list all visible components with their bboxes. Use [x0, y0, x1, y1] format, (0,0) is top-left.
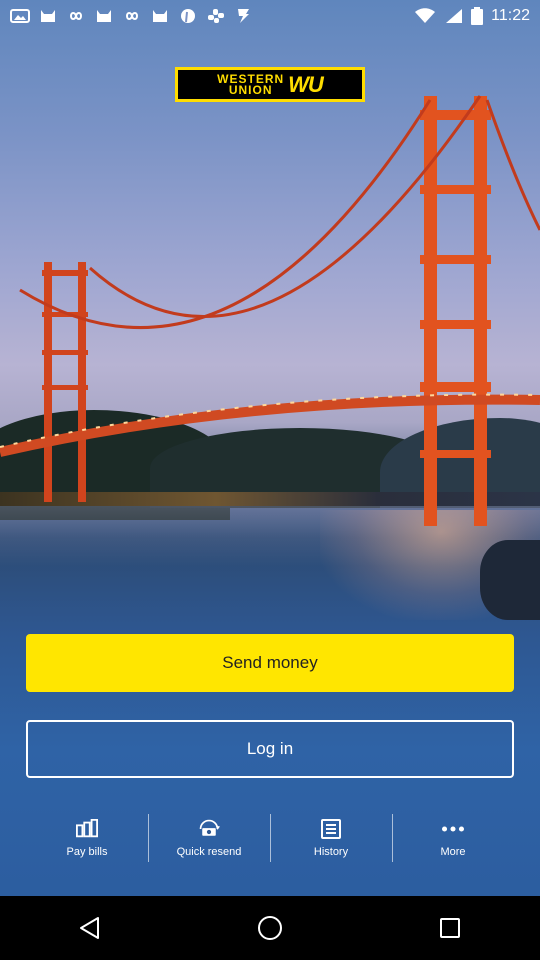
signal-icon — [446, 9, 463, 23]
quick-actions-bar: Pay bills Quick resend History More — [26, 812, 514, 864]
nav-label: Pay bills — [66, 845, 108, 858]
nav-label: More — [440, 845, 466, 858]
infinity-icon — [69, 12, 83, 20]
cat-icon — [41, 10, 55, 22]
infinity-icon — [125, 12, 139, 20]
western-union-logo: WESTERN UNION WU — [175, 67, 365, 102]
system-navigation-bar — [0, 896, 540, 960]
welcome-screen: 11:22 WESTERN UNION WU Send money Log in… — [0, 0, 540, 960]
flash-icon — [238, 9, 249, 23]
cat-icon — [97, 10, 111, 22]
money-resend-icon — [198, 819, 220, 839]
status-bar: 11:22 — [0, 0, 540, 32]
clock: 11:22 — [491, 7, 530, 24]
home-icon — [258, 916, 282, 940]
history-icon — [320, 818, 342, 839]
nav-item-pay-bills[interactable]: Pay bills — [26, 812, 148, 864]
back-button[interactable] — [60, 896, 120, 960]
logo-wordmark: WESTERN UNION — [217, 73, 284, 97]
wifi-icon — [415, 8, 436, 23]
battery-icon — [471, 7, 484, 25]
nav-item-more[interactable]: More — [392, 812, 514, 864]
slack-icon — [208, 9, 224, 23]
recents-button[interactable] — [420, 896, 480, 960]
system-status: 11:22 — [415, 7, 530, 25]
pinterest-icon — [181, 9, 195, 23]
log-in-button[interactable]: Log in — [26, 720, 514, 778]
nav-label: Quick resend — [176, 845, 242, 858]
recents-icon — [440, 918, 460, 938]
notification-icons — [10, 8, 254, 24]
cat-icon — [153, 10, 167, 22]
nav-item-quick-resend[interactable]: Quick resend — [148, 812, 270, 864]
bills-icon — [76, 818, 98, 839]
send-money-button[interactable]: Send money — [26, 634, 514, 692]
gallery-icon — [10, 9, 30, 23]
logo-line-2: UNION — [228, 82, 273, 97]
more-dots-icon — [442, 819, 464, 839]
logo-mark: WU — [288, 71, 324, 97]
home-button[interactable] — [240, 896, 300, 960]
back-icon — [80, 917, 99, 939]
nav-item-history[interactable]: History — [270, 812, 392, 864]
nav-label: History — [313, 845, 349, 858]
